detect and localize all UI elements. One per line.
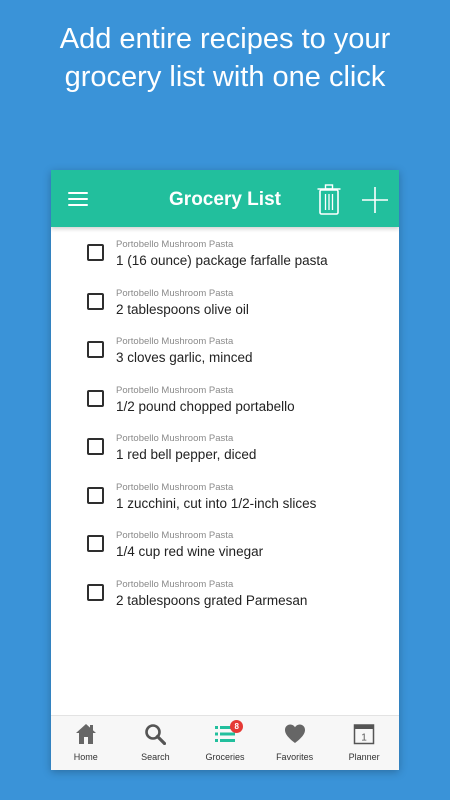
tab-groceries-label: Groceries (205, 752, 245, 762)
menu-icon[interactable] (68, 192, 88, 206)
item-text: 1 (16 ounce) package farfalle pasta (116, 253, 328, 268)
item-text: 1/2 pound chopped portabello (116, 398, 295, 414)
trash-icon[interactable] (317, 184, 341, 215)
tab-home[interactable]: Home (51, 716, 121, 770)
tab-planner-label: Planner (348, 752, 380, 762)
item-recipe-source: Portobello Mushroom Pasta (116, 336, 234, 347)
item-recipe-source: Portobello Mushroom Pasta (116, 481, 234, 493)
search-icon (145, 724, 167, 745)
promo-headline: Add entire recipes to your grocery list … (0, 20, 450, 96)
list-item: Portobello Mushroom Pasta 2 tablespoons … (51, 276, 399, 325)
list-item: Portobello Mushroom Pasta 1 zucchini, cu… (51, 470, 399, 519)
list-item: Portobello Mushroom Pasta 3 cloves garli… (51, 324, 399, 373)
app-screen: Grocery List Portobello Mushroom Pasta 1… (51, 170, 399, 770)
item-recipe-source: Portobello Mushroom Pasta (116, 578, 234, 590)
item-text: 1 red bell pepper, diced (116, 447, 257, 462)
calendar-day-text: 1 (361, 733, 367, 744)
calendar-icon: 1 (353, 724, 375, 745)
item-checkbox[interactable] (87, 292, 104, 310)
item-checkbox[interactable] (87, 583, 104, 601)
tab-favorites-label: Favorites (276, 752, 314, 762)
groceries-count-badge: 8 (230, 720, 244, 733)
list-item: Portobello Mushroom Pasta 1 (16 ounce) p… (51, 227, 399, 276)
item-checkbox[interactable] (87, 535, 104, 552)
item-recipe-source: Portobello Mushroom Pasta (116, 530, 234, 541)
tab-planner[interactable]: 1 Planner (329, 716, 399, 770)
item-checkbox[interactable] (87, 486, 104, 504)
promo-headline-line-2: grocery list with one click (64, 61, 386, 93)
tab-search-label: Search (141, 752, 170, 762)
tab-groceries[interactable]: 8 Groceries (190, 716, 260, 770)
promo-headline-line-1: Add entire recipes to your (59, 23, 391, 55)
tab-favorites[interactable]: Favorites (260, 716, 330, 770)
list-item: Portobello Mushroom Pasta 1 red bell pep… (51, 421, 399, 470)
item-recipe-source: Portobello Mushroom Pasta (116, 239, 234, 250)
item-checkbox[interactable] (87, 389, 104, 407)
item-checkbox[interactable] (87, 341, 104, 358)
item-text: 2 tablespoons grated Parmesan (116, 592, 308, 608)
page-title: Grocery List (169, 189, 281, 210)
item-recipe-source: Portobello Mushroom Pasta (116, 287, 234, 299)
item-recipe-source: Portobello Mushroom Pasta (116, 384, 234, 396)
tab-search[interactable]: Search (121, 716, 191, 770)
grocery-list: Portobello Mushroom Pasta 1 (16 ounce) p… (51, 227, 399, 615)
plus-icon[interactable] (361, 186, 389, 214)
item-checkbox[interactable] (87, 438, 104, 455)
app-bar: Grocery List (51, 170, 399, 227)
item-text: 2 tablespoons olive oil (116, 301, 249, 317)
item-recipe-source: Portobello Mushroom Pasta (116, 433, 234, 444)
item-checkbox[interactable] (87, 244, 104, 261)
list-item: Portobello Mushroom Pasta 2 tablespoons … (51, 567, 399, 616)
tab-home-label: Home (73, 752, 98, 762)
item-text: 1 zucchini, cut into 1/2-inch slices (116, 495, 317, 511)
heart-icon (284, 724, 305, 743)
list-item: Portobello Mushroom Pasta 1/4 cup red wi… (51, 518, 399, 567)
item-text: 1/4 cup red wine vinegar (116, 544, 264, 559)
list-item: Portobello Mushroom Pasta 1/2 pound chop… (51, 373, 399, 422)
item-text: 3 cloves garlic, minced (116, 350, 253, 365)
home-icon (75, 724, 96, 744)
bottom-tab-bar: Home Search 8 Groceries Favorites 1 Plan… (51, 715, 399, 770)
